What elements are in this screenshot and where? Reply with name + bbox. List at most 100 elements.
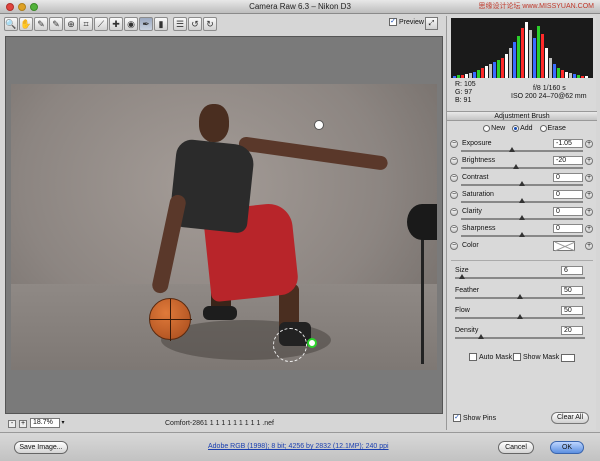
adjustment-brush-tool[interactable]: ✒ — [139, 17, 153, 31]
watermark: 思缘设计论坛 www.MISSYUAN.COM — [478, 3, 594, 10]
auto-mask-checkbox[interactable] — [469, 353, 477, 362]
brush-mode-row: New Add Erase — [447, 123, 597, 135]
save-image-button[interactable]: Save Image... — [14, 441, 68, 454]
preferences-tool[interactable]: ☰ — [173, 17, 187, 31]
player-head — [199, 104, 229, 142]
rotate-right-tool[interactable]: ↻ — [203, 17, 217, 31]
exposure-minus-button[interactable]: − — [450, 140, 458, 148]
brightness-plus-button[interactable]: + — [585, 157, 593, 165]
flow-value[interactable]: 50 — [561, 306, 583, 315]
minimize-window-button[interactable] — [18, 3, 26, 11]
close-window-button[interactable] — [6, 3, 14, 11]
show-pins-toggle[interactable]: ✓ Show Pins — [453, 414, 496, 424]
spot-removal-tool[interactable]: ✚ — [109, 17, 123, 31]
mask-options: Auto Mask Show Mask — [447, 352, 597, 364]
zoom-out-button[interactable]: - — [8, 420, 16, 428]
player-left-shoe — [203, 306, 237, 320]
window-title: Camera Raw 6.3 – Nikon D3 — [249, 2, 351, 11]
title-bar: Camera Raw 6.3 – Nikon D3 思缘设计论坛 www.MIS… — [0, 0, 600, 14]
mode-add-radio[interactable] — [512, 124, 520, 132]
photo-preview[interactable] — [11, 84, 437, 370]
rotate-left-tool[interactable]: ↺ — [188, 17, 202, 31]
feather-slider-thumb[interactable] — [517, 294, 523, 299]
exposure-slider-thumb[interactable] — [509, 147, 516, 152]
cancel-button[interactable]: Cancel — [498, 441, 534, 454]
sharpness-minus-button[interactable]: − — [450, 225, 458, 233]
color-sampler-tool[interactable]: ✎ — [49, 17, 63, 31]
show-mask-toggle[interactable]: Show Mask — [513, 352, 559, 364]
red-value: R: 105 — [455, 81, 476, 88]
saturation-value[interactable]: 0 — [553, 190, 583, 199]
contrast-minus-button[interactable]: − — [450, 174, 458, 182]
clear-all-button[interactable]: Clear All — [551, 412, 589, 424]
color-minus-button[interactable]: − — [450, 242, 458, 250]
density-slider-thumb[interactable] — [478, 334, 484, 339]
saturation-plus-button[interactable]: + — [585, 191, 593, 199]
brightness-minus-button[interactable]: − — [450, 157, 458, 165]
contrast-plus-button[interactable]: + — [585, 174, 593, 182]
color-swatch[interactable] — [553, 241, 575, 251]
brightness-value[interactable]: -20 — [553, 156, 583, 165]
exposure-plus-button[interactable]: + — [585, 140, 593, 148]
auto-mask-toggle[interactable]: Auto Mask — [469, 352, 512, 364]
feather-value[interactable]: 50 — [561, 286, 583, 295]
hand-tool[interactable]: ✋ — [19, 17, 33, 31]
status-strip: - + 18.7% ▾ Comfort-2861 1 1 1 1 1 1 1 1… — [5, 418, 443, 430]
sharpness-label: Sharpness — [462, 225, 496, 232]
zoom-level-field[interactable]: 18.7% — [30, 418, 60, 428]
straighten-tool[interactable]: ⟋ — [94, 17, 108, 31]
sharpness-value[interactable]: 0 — [553, 224, 583, 233]
white-balance-tool[interactable]: ✎ — [34, 17, 48, 31]
param-brightness: − Brightness -20 + — [447, 156, 597, 174]
zoom-tool[interactable]: 🔍 — [4, 17, 18, 31]
right-panel: R: 105 G: 97 B: 91 f/8 1/160 s ISO 200 2… — [446, 16, 597, 430]
exposure-value[interactable]: -1.05 — [553, 139, 583, 148]
size-value[interactable]: 6 — [561, 266, 583, 275]
targeted-adjustment-tool[interactable]: ⊕ — [64, 17, 78, 31]
preview-toggle[interactable]: ✓ Preview — [389, 18, 424, 28]
color-plus-button[interactable]: + — [585, 242, 593, 250]
clarity-slider-thumb[interactable] — [519, 215, 525, 220]
clarity-value[interactable]: 0 — [553, 207, 583, 216]
show-pins-label: Show Pins — [463, 415, 497, 422]
workflow-options-link[interactable]: Adobe RGB (1998); 8 bit; 4256 by 2832 (1… — [208, 442, 389, 452]
mode-erase-radio[interactable] — [539, 124, 547, 132]
show-mask-checkbox[interactable] — [513, 353, 521, 362]
density-slider-track[interactable] — [455, 337, 585, 339]
active-adjustment-pin[interactable] — [307, 338, 317, 348]
zoom-window-button[interactable] — [30, 3, 38, 11]
density-value[interactable]: 20 — [561, 326, 583, 335]
panel-divider — [451, 260, 593, 261]
sharpness-slider-thumb[interactable] — [519, 232, 525, 237]
clarity-minus-button[interactable]: − — [450, 208, 458, 216]
player-right-arm — [238, 136, 389, 171]
adjustment-pin[interactable] — [314, 120, 324, 130]
zoom-dropdown-arrow[interactable]: ▾ — [59, 418, 67, 428]
flow-slider-thumb[interactable] — [517, 314, 523, 319]
mask-color-swatch[interactable] — [561, 354, 575, 362]
brightness-slider-track[interactable] — [461, 167, 583, 169]
graduated-filter-tool[interactable]: ▮ — [154, 17, 168, 31]
exposure-slider-track[interactable] — [461, 150, 583, 152]
saturation-minus-button[interactable]: − — [450, 191, 458, 199]
clarity-plus-button[interactable]: + — [585, 208, 593, 216]
contrast-value[interactable]: 0 — [553, 173, 583, 182]
ok-button[interactable]: OK — [550, 441, 584, 454]
fullscreen-mode-button[interactable]: ⤢ — [425, 17, 438, 30]
red-eye-tool[interactable]: ◉ — [124, 17, 138, 31]
mode-new-radio[interactable] — [483, 124, 491, 132]
size-slider-thumb[interactable] — [458, 274, 465, 279]
show-pins-checkbox[interactable]: ✓ — [453, 414, 461, 423]
sharpness-plus-button[interactable]: + — [585, 225, 593, 233]
contrast-slider-thumb[interactable] — [519, 181, 525, 186]
size-slider-track[interactable] — [455, 277, 585, 279]
preview-checkbox[interactable]: ✓ — [389, 18, 397, 27]
zoom-in-button[interactable]: + — [19, 420, 27, 428]
brightness-slider-thumb[interactable] — [512, 164, 519, 169]
param-saturation: − Saturation 0 + — [447, 190, 597, 208]
saturation-slider-thumb[interactable] — [519, 198, 525, 203]
file-name: Comfort-2861 1 1 1 1 1 1 1 1 1 .nef — [165, 420, 274, 427]
rgb-exif-readout: R: 105 G: 97 B: 91 f/8 1/160 s ISO 200 2… — [451, 80, 593, 108]
crop-tool[interactable]: ⌗ — [79, 17, 93, 31]
image-canvas[interactable] — [5, 36, 443, 414]
